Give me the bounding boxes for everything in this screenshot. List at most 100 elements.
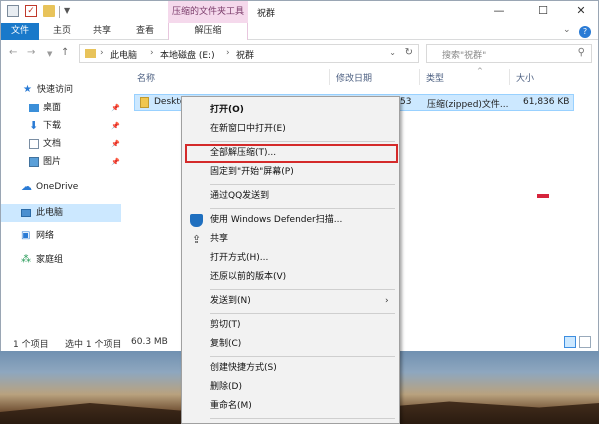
sidebar-item-quick-access[interactable]: ★ 快速访问: [1, 81, 121, 99]
selected-size: 60.3 MB: [131, 337, 168, 347]
menu-item[interactable]: 还原以前的版本(V): [182, 268, 399, 287]
menu-item-label: 全部解压缩(T)...: [210, 148, 277, 158]
pin-icon[interactable]: 📌: [111, 135, 120, 153]
quick-access-check-icon[interactable]: ✓: [25, 5, 37, 17]
file-size: 61,836 KB: [523, 97, 570, 107]
breadcrumb-separator: ›: [100, 48, 104, 58]
breadcrumb-separator: ›: [226, 48, 230, 58]
sidebar-item-label: 快速访问: [37, 85, 74, 95]
menu-item[interactable]: 创建快捷方式(S): [182, 359, 399, 378]
details-view-icon[interactable]: [564, 336, 576, 348]
tab-home[interactable]: 主页: [47, 23, 77, 40]
sidebar-item-label: 此电脑: [36, 208, 64, 218]
address-bar[interactable]: › 此电脑 › 本地磁盘 (E:) › 祝群 ⌄ ↻: [79, 44, 419, 63]
menu-item-label: 剪切(T): [210, 320, 241, 330]
share-icon: ⇪: [191, 233, 202, 246]
tab-extract[interactable]: 解压缩: [168, 23, 248, 40]
refresh-icon[interactable]: ↻: [405, 47, 413, 58]
context-tab-title: 压缩的文件夹工具: [168, 1, 248, 23]
minimize-button[interactable]: —: [485, 3, 513, 19]
quick-access-dropdown-icon[interactable]: ▼: [64, 6, 70, 15]
sidebar-item-downloads[interactable]: ⬇ 下载 📌: [1, 117, 121, 135]
sidebar-item-this-pc[interactable]: 此电脑: [1, 204, 121, 222]
column-divider[interactable]: [329, 69, 330, 85]
sidebar-item-network[interactable]: ▣ 网络: [1, 227, 121, 245]
menu-item[interactable]: ⇪ 共享: [182, 230, 399, 249]
forward-arrow-icon[interactable]: →: [27, 47, 35, 58]
menu-item[interactable]: 固定到"开始"屏幕(P): [182, 163, 399, 182]
menu-item[interactable]: 全部解压缩(T)...: [185, 144, 398, 163]
column-header-size[interactable]: 大小: [516, 71, 534, 84]
column-header-date[interactable]: 修改日期: [336, 71, 372, 84]
menu-separator: [210, 184, 395, 185]
quick-access-properties-icon[interactable]: [7, 5, 19, 17]
sidebar-item-documents[interactable]: 文档 📌: [1, 135, 121, 153]
quick-access-new-folder-icon[interactable]: [43, 5, 55, 17]
sidebar-item-label: 网络: [36, 231, 55, 241]
navigation-bar: ← → ▼ ↑ › 此电脑 › 本地磁盘 (E:) › 祝群 ⌄ ↻ 搜索"祝群…: [1, 41, 598, 67]
menu-item[interactable]: 发送到(N) ›: [182, 292, 399, 311]
breadcrumb-separator: ›: [150, 48, 154, 58]
quick-access-divider: [59, 6, 60, 18]
file-type: 压缩(zipped)文件...: [427, 100, 509, 110]
tab-share[interactable]: 共享: [87, 23, 117, 40]
menu-item[interactable]: 在新窗口中打开(E): [182, 120, 399, 139]
navigation-pane: ★ 快速访问 桌面 📌 ⬇ 下载 📌 文档 📌 图片 📌 ☁ OneDrive: [1, 67, 121, 331]
breadcrumb-local-disk[interactable]: 本地磁盘 (E:): [160, 48, 215, 61]
menu-item[interactable]: 打开(O): [182, 101, 399, 120]
tab-view[interactable]: 查看: [129, 23, 161, 40]
star-icon: ★: [23, 84, 32, 95]
menu-item-label: 打开方式(H)...: [210, 253, 269, 263]
sidebar-item-label: 下载: [43, 121, 62, 131]
breadcrumb-this-pc[interactable]: 此电脑: [110, 48, 137, 61]
folder-icon: [85, 49, 96, 58]
address-history-icon[interactable]: ⌄: [389, 48, 396, 57]
menu-item[interactable]: 打开方式(H)...: [182, 249, 399, 268]
search-input[interactable]: 搜索"祝群" ⚲: [426, 44, 592, 63]
help-icon[interactable]: ?: [579, 26, 591, 38]
context-menu: 打开(O) 在新窗口中打开(E) 全部解压缩(T)... 固定到"开始"屏幕(P) 通过…: [181, 96, 400, 424]
pin-icon[interactable]: 📌: [111, 117, 120, 135]
item-count: 1 个项目: [13, 340, 49, 350]
menu-item-label: 通过QQ发送到: [210, 191, 270, 201]
download-icon: ⬇: [29, 119, 39, 132]
column-header-type[interactable]: 类型: [426, 71, 444, 84]
menu-item[interactable]: 重命名(M): [182, 397, 399, 416]
menu-item-label: 共享: [210, 234, 229, 244]
close-button[interactable]: ✕: [567, 3, 595, 19]
document-icon: [29, 139, 39, 149]
red-marker: [537, 194, 549, 198]
pin-icon[interactable]: 📌: [111, 99, 120, 117]
back-arrow-icon[interactable]: ←: [9, 47, 17, 58]
menu-separator: [210, 313, 395, 314]
sidebar-item-homegroup[interactable]: ⁂ 家庭组: [1, 251, 121, 269]
pin-icon[interactable]: 📌: [111, 153, 120, 171]
desktop-icon: [29, 104, 39, 112]
menu-item[interactable]: 复制(C): [182, 335, 399, 354]
sidebar-item-pictures[interactable]: 图片 📌: [1, 153, 121, 171]
menu-separator: [210, 418, 395, 419]
column-header-name[interactable]: 名称: [137, 71, 155, 84]
menu-item-label: 复制(C): [210, 339, 242, 349]
menu-item[interactable]: 通过QQ发送到: [182, 187, 399, 206]
tab-file[interactable]: 文件: [1, 23, 39, 40]
sidebar-item-desktop[interactable]: 桌面 📌: [1, 99, 121, 117]
large-icons-view-icon[interactable]: [579, 336, 591, 348]
column-divider[interactable]: [419, 69, 420, 85]
menu-item[interactable]: 使用 Windows Defender扫描...: [182, 211, 399, 230]
menu-item[interactable]: 删除(D): [182, 378, 399, 397]
menu-item[interactable]: 剪切(T): [182, 316, 399, 335]
column-divider[interactable]: [509, 69, 510, 85]
menu-separator: [210, 356, 395, 357]
sidebar-item-label: OneDrive: [36, 182, 79, 192]
shield-icon: [190, 214, 203, 227]
recent-locations-icon[interactable]: ▼: [47, 50, 52, 58]
breadcrumb-folder[interactable]: 祝群: [236, 48, 254, 61]
expand-ribbon-icon[interactable]: ⌄: [563, 25, 571, 35]
title-bar: ✓ ▼ 压缩的文件夹工具 祝群 — ☐ ✕: [1, 1, 598, 23]
up-arrow-icon[interactable]: ↑: [61, 47, 69, 58]
sidebar-item-onedrive[interactable]: ☁ OneDrive: [1, 178, 121, 196]
search-placeholder: 搜索"祝群": [442, 51, 487, 61]
picture-icon: [29, 157, 39, 167]
maximize-button[interactable]: ☐: [529, 3, 557, 19]
